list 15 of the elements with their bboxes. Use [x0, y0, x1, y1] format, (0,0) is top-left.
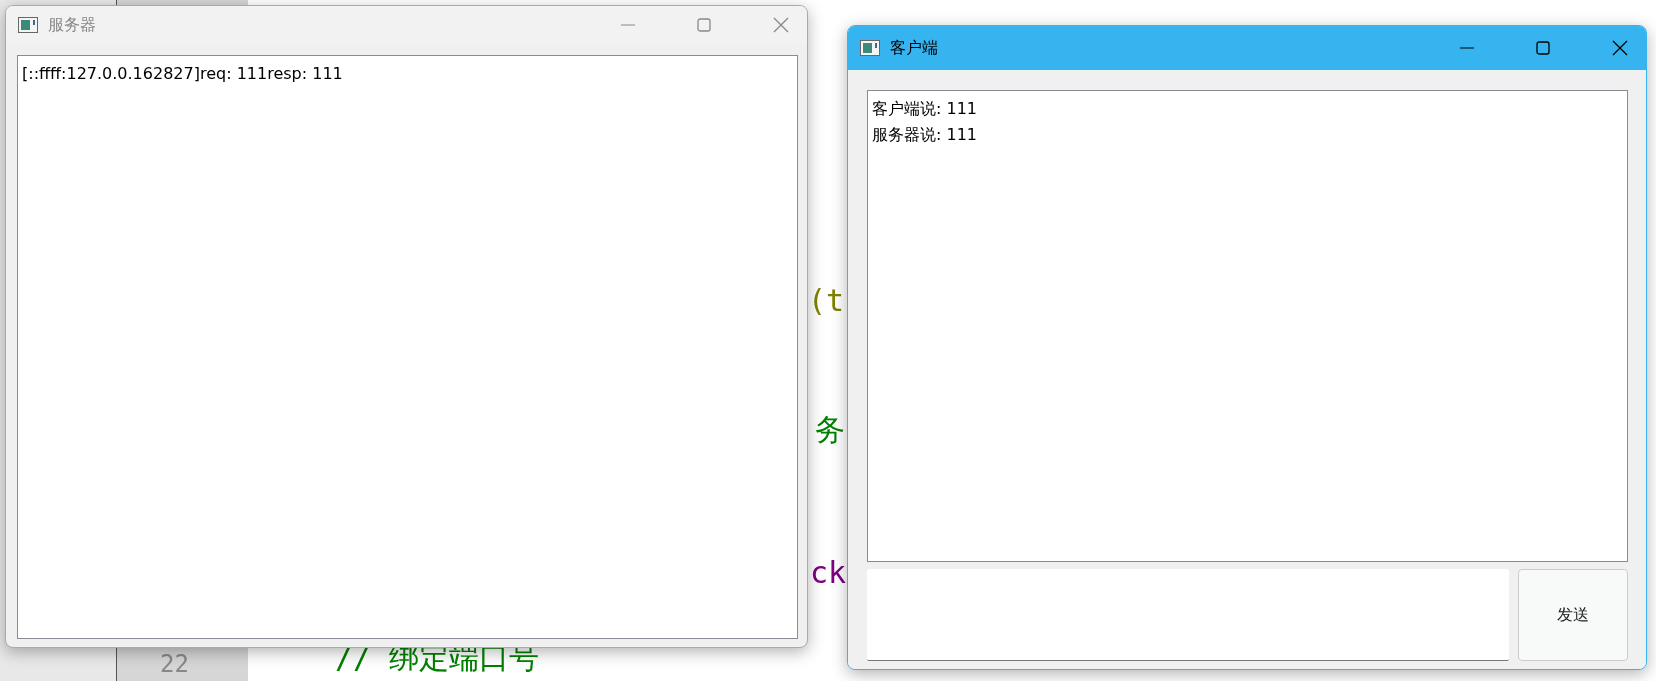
send-button[interactable]: 发送 [1518, 569, 1628, 661]
close-icon[interactable] [1612, 40, 1628, 56]
log-line: 客户端说: 111 [872, 98, 978, 120]
app-icon [860, 40, 880, 56]
log-line: 服务器说: 111 [872, 124, 978, 146]
code-text: 务 [815, 412, 845, 448]
app-icon [18, 17, 38, 33]
log-line: [::ffff:127.0.0.162827]req: 111resp: 111 [22, 63, 344, 85]
maximize-icon[interactable] [1536, 41, 1550, 55]
window-title: 服务器 [48, 14, 96, 36]
code-text: ck [810, 555, 847, 591]
message-input[interactable] [867, 569, 1509, 661]
window-title: 客户端 [890, 37, 938, 59]
line-number: 22 [160, 650, 189, 678]
code-text: (t [808, 283, 845, 319]
